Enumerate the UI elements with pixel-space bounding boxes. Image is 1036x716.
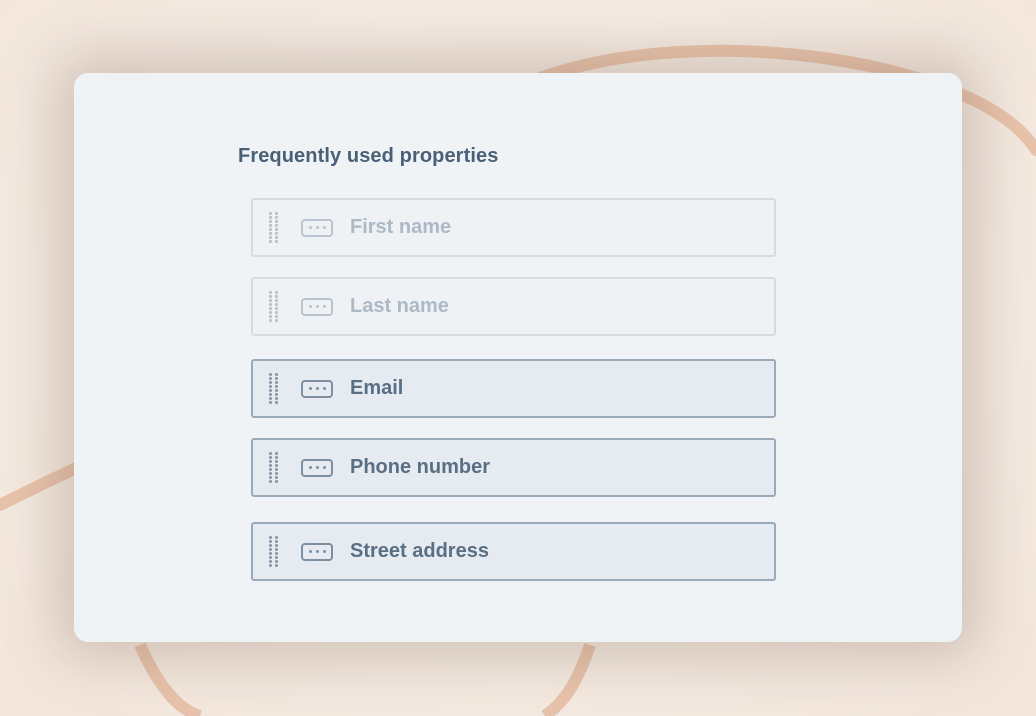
drag-handle-icon[interactable] bbox=[269, 535, 279, 569]
property-row-email[interactable]: Email bbox=[251, 359, 776, 418]
text-field-icon bbox=[301, 458, 333, 477]
drag-handle-icon[interactable] bbox=[269, 290, 279, 324]
drag-handle-icon[interactable] bbox=[269, 451, 279, 485]
section-title: Frequently used properties bbox=[238, 145, 499, 167]
property-row-phone-number[interactable]: Phone number bbox=[251, 438, 776, 497]
property-row-street-address[interactable]: Street address bbox=[251, 522, 776, 581]
property-label: First name bbox=[350, 216, 452, 238]
properties-panel: Frequently used properties First name La… bbox=[74, 73, 962, 642]
property-label: Last name bbox=[350, 295, 449, 317]
text-field-icon bbox=[301, 297, 333, 316]
property-label: Street address bbox=[350, 540, 489, 562]
property-row-last-name[interactable]: Last name bbox=[251, 277, 776, 336]
drag-handle-icon[interactable] bbox=[269, 372, 279, 406]
property-label: Phone number bbox=[350, 456, 491, 478]
property-label: Email bbox=[350, 377, 404, 399]
property-row-first-name[interactable]: First name bbox=[251, 198, 776, 257]
text-field-icon bbox=[301, 542, 333, 561]
text-field-icon bbox=[301, 218, 333, 237]
drag-handle-icon[interactable] bbox=[269, 211, 279, 245]
text-field-icon bbox=[301, 379, 333, 398]
